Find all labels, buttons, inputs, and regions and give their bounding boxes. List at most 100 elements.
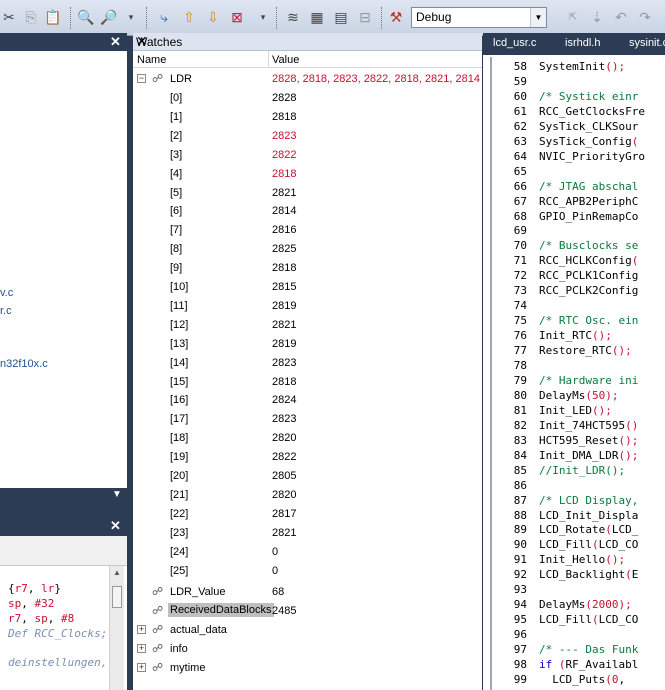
scrollbar-thumb[interactable] bbox=[112, 586, 122, 608]
expand-icon[interactable]: + bbox=[137, 644, 146, 653]
code-line[interactable]: 60 /* Systick einr bbox=[493, 90, 665, 105]
code-line[interactable]: 59 bbox=[493, 75, 665, 90]
code-line[interactable]: 62 SysTick_CLKSour bbox=[493, 120, 665, 135]
code-line[interactable]: 95 LCD_Fill(LCD_CO bbox=[493, 613, 665, 628]
code-line[interactable]: 72 RCC_PCLK1Config bbox=[493, 269, 665, 284]
watch-row-received-data-blocks[interactable]: ☍ ReceivedDataBlocks 2485 bbox=[133, 602, 482, 621]
watch-row-ldr-element[interactable]: [8] 2825 bbox=[133, 240, 482, 259]
code-line[interactable]: 97 /* --- Das Funk bbox=[493, 643, 665, 658]
expand-icon[interactable]: + bbox=[137, 625, 146, 634]
code-line[interactable]: 73 RCC_PCLK2Config bbox=[493, 284, 665, 299]
code-line[interactable]: 61 RCC_GetClocksFre bbox=[493, 105, 665, 120]
file-item[interactable]: v.c bbox=[0, 287, 13, 299]
code-line[interactable]: 74 bbox=[493, 299, 665, 314]
copy-icon[interactable]: ⎘ bbox=[22, 8, 40, 26]
watch-row-ldr-value[interactable]: ☍ LDR_Value 68 bbox=[133, 583, 482, 602]
code-line[interactable]: 67 RCC_APB2PeriphC bbox=[493, 195, 665, 210]
memory-window-icon[interactable]: ▦ bbox=[308, 8, 326, 26]
code-line[interactable]: 98 if (RF_Availabl bbox=[493, 658, 665, 673]
code-line[interactable]: 58 SystemInit(); bbox=[493, 60, 665, 75]
code-line[interactable]: 84 Init_DMA_LDR(); bbox=[493, 449, 665, 464]
step-icon[interactable]: ⤷ bbox=[155, 8, 173, 26]
code-line[interactable]: 83 HCT595_Reset(); bbox=[493, 434, 665, 449]
code-line[interactable]: 85 //Init_LDR(); bbox=[493, 464, 665, 479]
run-to-cursor-icon[interactable]: ⊠ bbox=[228, 8, 246, 26]
find-icon[interactable]: 🔍 bbox=[77, 8, 95, 26]
code-line[interactable]: 71 RCC_HCLKConfig( bbox=[493, 254, 665, 269]
tab-lcd-usr[interactable]: lcd_usr.c bbox=[493, 37, 536, 49]
watch-row-ldr-element[interactable]: [16] 2824 bbox=[133, 391, 482, 410]
column-divider[interactable] bbox=[268, 51, 269, 68]
watch-row-ldr-element[interactable]: [17] 2823 bbox=[133, 410, 482, 429]
code-line[interactable]: 91 Init_Hello(); bbox=[493, 553, 665, 568]
code-line[interactable]: 70 /* Busclocks se bbox=[493, 239, 665, 254]
watch-row-ldr-element[interactable]: [2] 2823 bbox=[133, 127, 482, 146]
code-line[interactable]: 75 /* RTC Osc. ein bbox=[493, 314, 665, 329]
watch-row-ldr-element[interactable]: [22] 2817 bbox=[133, 505, 482, 524]
code-line[interactable]: 78 bbox=[493, 359, 665, 374]
watch-row-ldr-element[interactable]: [7] 2816 bbox=[133, 221, 482, 240]
code-line[interactable]: 90 LCD_Fill(LCD_CO bbox=[493, 538, 665, 553]
watch-row-ldr-element[interactable]: [20] 2805 bbox=[133, 467, 482, 486]
configuration-select[interactable]: Debug ▼ bbox=[411, 7, 547, 28]
paste-icon[interactable]: 📋 bbox=[44, 8, 62, 26]
watch-row-mytime[interactable]: + ☍ mytime bbox=[133, 659, 482, 678]
tab-sysinit[interactable]: sysinit.c bbox=[629, 37, 665, 49]
dropdown-arrow-icon[interactable]: ▾ bbox=[258, 8, 268, 26]
watch-row-ldr-element[interactable]: [4] 2818 bbox=[133, 165, 482, 184]
code-line[interactable]: 89 LCD_Rotate(LCD_ bbox=[493, 523, 665, 538]
code-line[interactable]: 94 DelayMs(2000); bbox=[493, 598, 665, 613]
code-line[interactable]: 88 LCD_Init_Displa bbox=[493, 509, 665, 524]
file-item[interactable]: n32f10x.c bbox=[0, 358, 48, 370]
code-line[interactable]: 82 Init_74HCT595() bbox=[493, 419, 665, 434]
code-line[interactable]: 87 /* LCD Display, bbox=[493, 494, 665, 509]
disassembly-window-icon[interactable]: ⊟ bbox=[356, 8, 374, 26]
watch-row-ldr-element[interactable]: [23] 2821 bbox=[133, 524, 482, 543]
watch-row-ldr-element[interactable]: [19] 2822 bbox=[133, 448, 482, 467]
watch-row-ldr-element[interactable]: [1] 2818 bbox=[133, 108, 482, 127]
code-line[interactable]: 86 bbox=[493, 479, 665, 494]
step-forward-icon[interactable]: ↷ bbox=[636, 8, 654, 26]
code-line[interactable]: 65 bbox=[493, 165, 665, 180]
settings-tools-icon[interactable]: ⚒ bbox=[387, 8, 405, 26]
watch-window-icon[interactable]: ≋ bbox=[284, 8, 302, 26]
dropdown-arrow-icon[interactable]: ▾ bbox=[126, 8, 136, 26]
cut-icon[interactable]: ✂ bbox=[0, 8, 18, 26]
chevron-down-icon[interactable]: ▼ bbox=[530, 8, 546, 27]
code-line[interactable]: 77 Restore_RTC(); bbox=[493, 344, 665, 359]
watch-row-ldr-element[interactable]: [12] 2821 bbox=[133, 316, 482, 335]
collapse-icon[interactable]: − bbox=[137, 74, 146, 83]
watch-row-ldr-element[interactable]: [21] 2820 bbox=[133, 486, 482, 505]
expand-icon[interactable]: + bbox=[137, 663, 146, 672]
code-line[interactable]: 96 bbox=[493, 628, 665, 643]
watch-row-ldr-element[interactable]: [15] 2818 bbox=[133, 373, 482, 392]
tab-isrhdl[interactable]: isrhdl.h bbox=[565, 37, 600, 49]
watch-row-ldr-element[interactable]: [14] 2823 bbox=[133, 354, 482, 373]
watch-row-actual-data[interactable]: + ☍ actual_data bbox=[133, 621, 482, 640]
watch-row-ldr-element[interactable]: [6] 2814 bbox=[133, 202, 482, 221]
watch-row-ldr-element[interactable]: [25] 0 bbox=[133, 562, 482, 581]
watch-row-ldr-element[interactable]: [9] 2818 bbox=[133, 259, 482, 278]
code-line[interactable]: 66 /* JTAG abschal bbox=[493, 180, 665, 195]
file-item[interactable]: r.c bbox=[0, 305, 12, 317]
dropdown-arrow-icon[interactable]: ▼ bbox=[112, 489, 122, 500]
code-line[interactable]: 99 LCD_Puts(0, bbox=[493, 673, 665, 688]
close-icon[interactable]: ✕ bbox=[110, 518, 121, 534]
code-line[interactable]: 68 GPIO_PinRemapCo bbox=[493, 210, 665, 225]
column-value-header[interactable]: Value bbox=[272, 54, 299, 66]
step-into-icon[interactable]: ⇩ bbox=[204, 8, 222, 26]
code-line[interactable]: 80 DelayMs(50); bbox=[493, 389, 665, 404]
watch-row-ldr-element[interactable]: [18] 2820 bbox=[133, 429, 482, 448]
watch-row-ldr-element[interactable]: [0] 2828 bbox=[133, 89, 482, 108]
watch-row-ldr-element[interactable]: [3] 2822 bbox=[133, 146, 482, 165]
code-line[interactable]: 79 /* Hardware ini bbox=[493, 374, 665, 389]
code-line[interactable]: 81 Init_LED(); bbox=[493, 404, 665, 419]
code-line[interactable]: 76 Init_RTC(); bbox=[493, 329, 665, 344]
registers-window-icon[interactable]: ▤ bbox=[332, 8, 350, 26]
watch-row-ldr-element[interactable]: [5] 2821 bbox=[133, 184, 482, 203]
vertical-scrollbar[interactable]: ▲ bbox=[109, 566, 124, 690]
step-over-icon[interactable]: ⇣ bbox=[588, 8, 606, 26]
code-line[interactable]: 69 bbox=[493, 224, 665, 239]
scroll-up-icon[interactable]: ▲ bbox=[113, 568, 121, 577]
watch-row-ldr[interactable]: − ☍ LDR 2828, 2818, 2823, 2822, 2818, 28… bbox=[133, 70, 482, 89]
